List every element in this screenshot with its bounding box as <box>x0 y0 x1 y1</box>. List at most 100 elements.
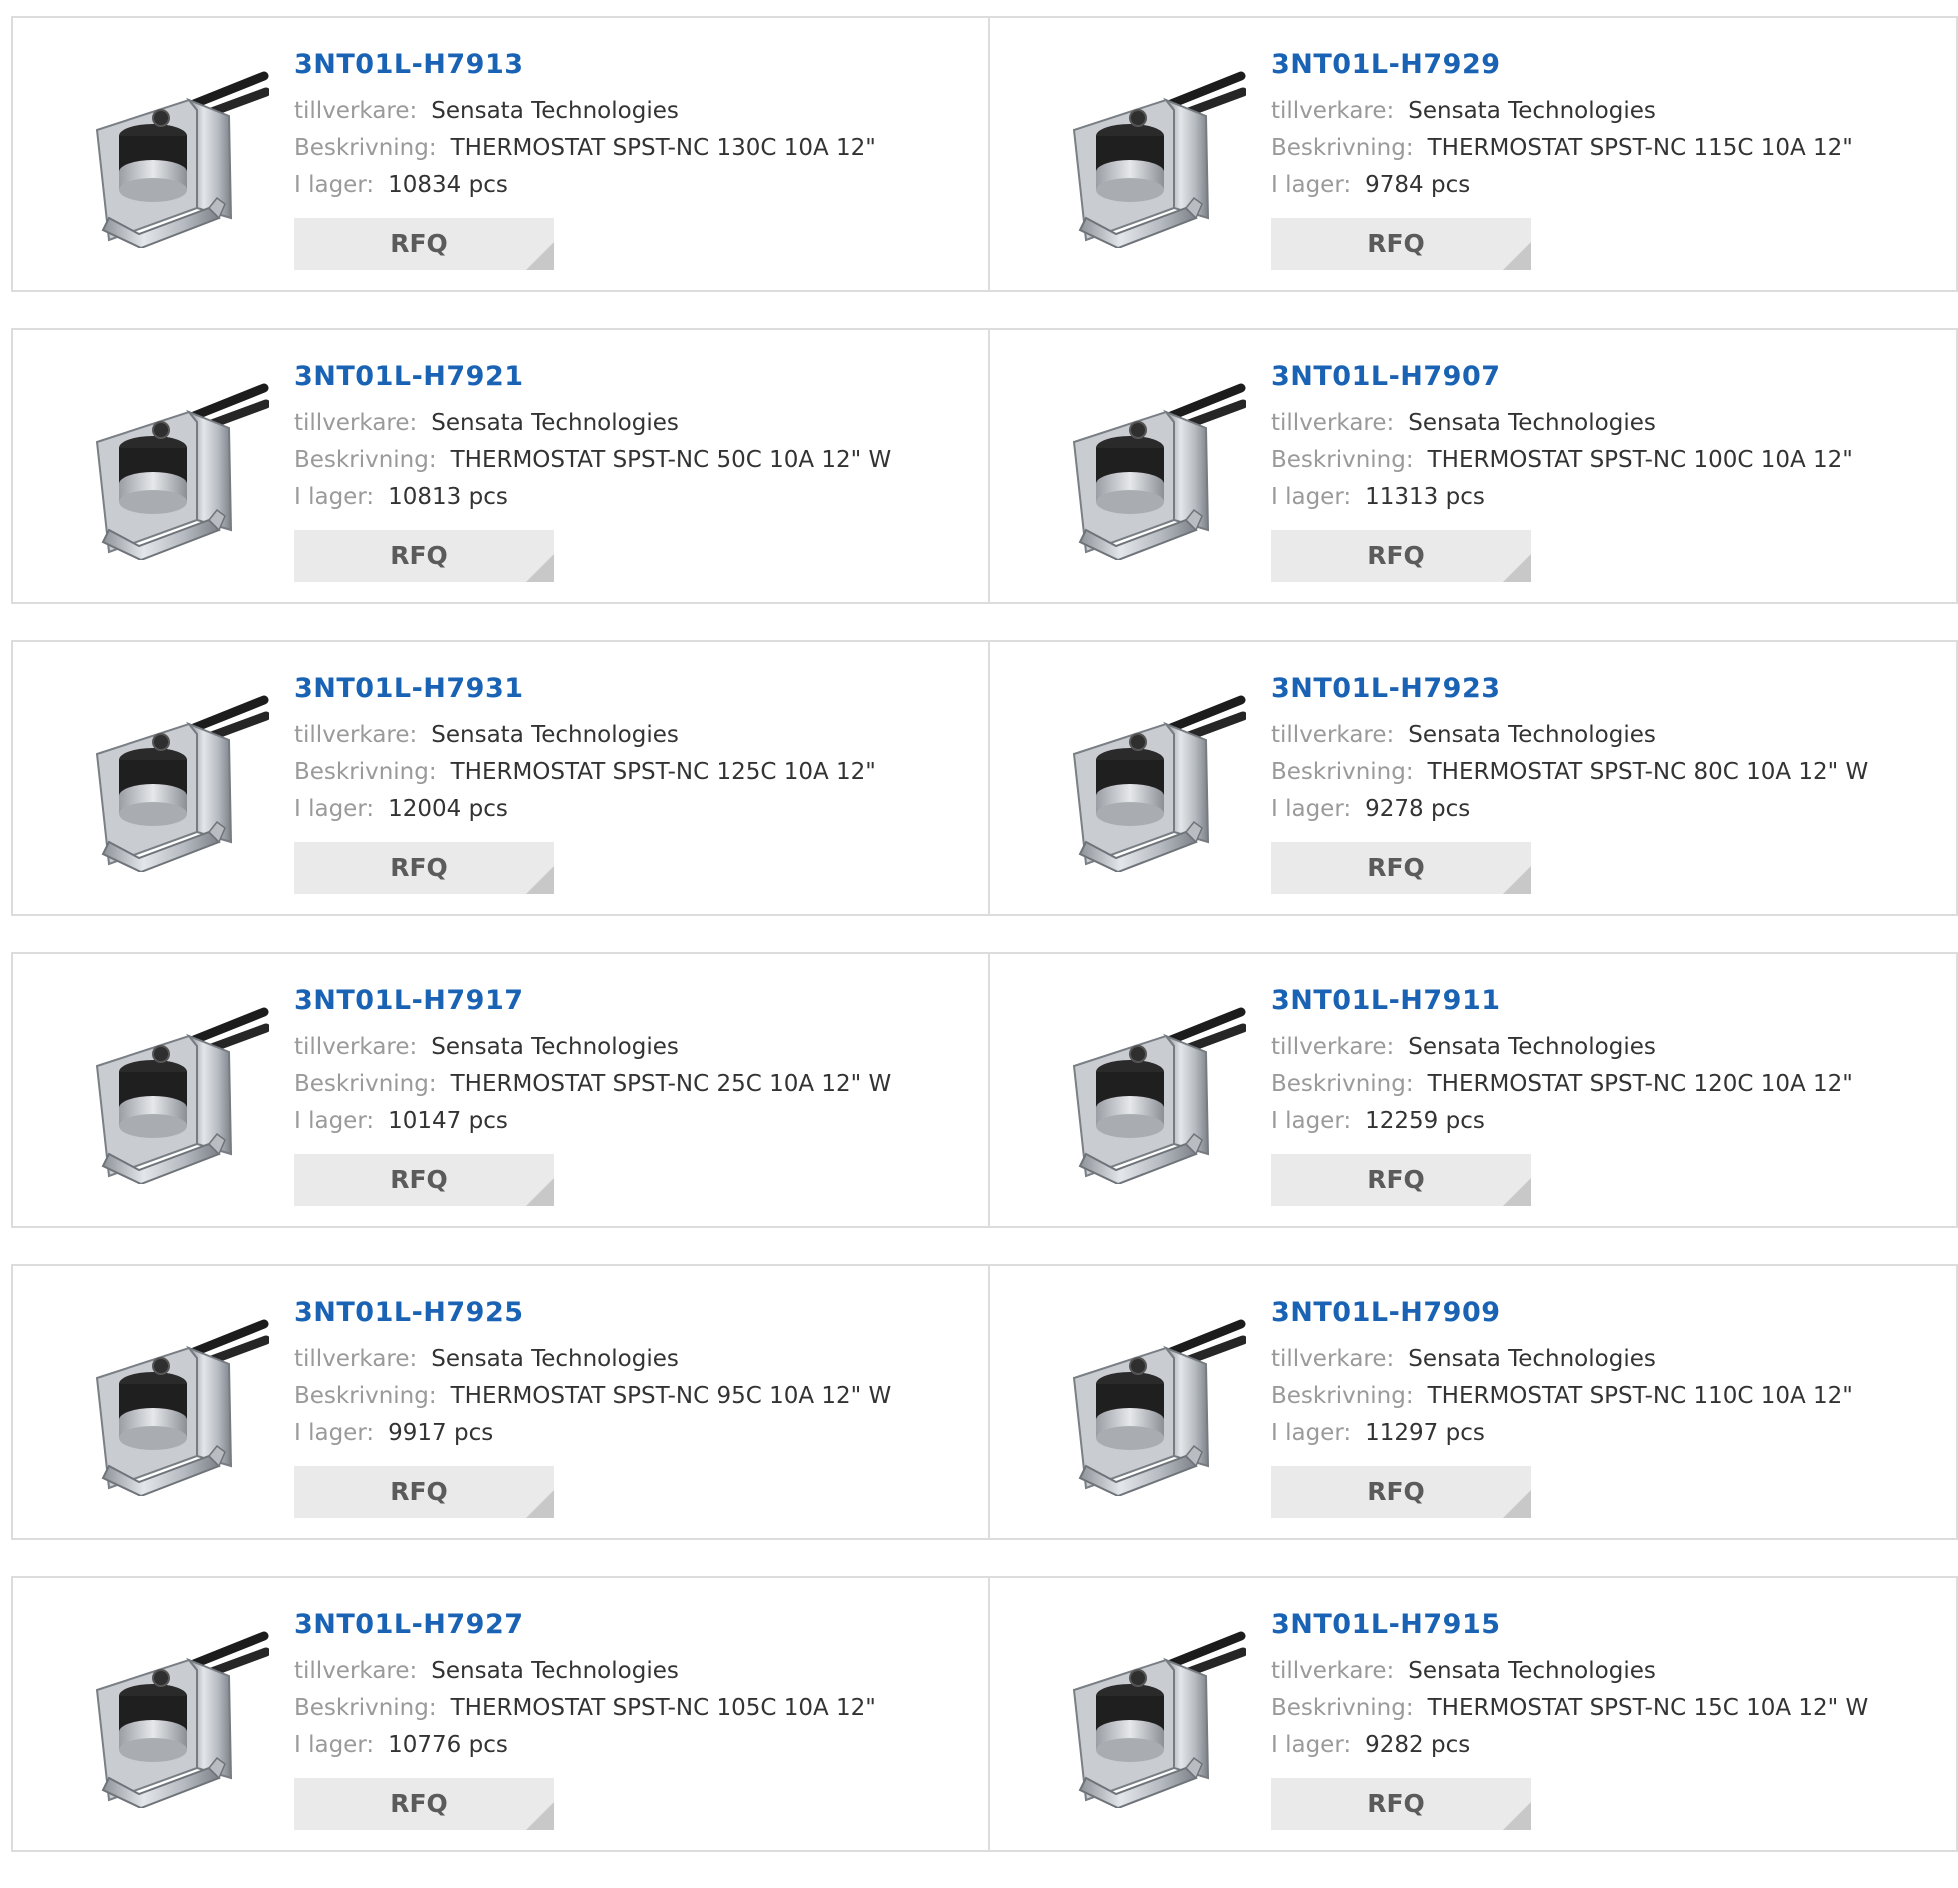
rfq-button[interactable]: RFQ <box>1271 1778 1531 1830</box>
stock-row: I lager: 10776 pcs <box>294 1727 876 1764</box>
manufacturer-label: tillverkare: <box>294 722 418 748</box>
stock-value: 10147 pcs <box>388 1108 508 1134</box>
manufacturer-value: Sensata Technologies <box>1408 1346 1656 1372</box>
rfq-label: RFQ <box>390 541 448 570</box>
thermostat-product-image[interactable] <box>79 682 269 872</box>
manufacturer-label: tillverkare: <box>1271 98 1395 124</box>
manufacturer-row: tillverkare: Sensata Technologies <box>1271 93 1853 130</box>
description-value: THERMOSTAT SPST-NC 125C 10A 12" <box>450 759 876 785</box>
stock-value: 11313 pcs <box>1365 484 1485 510</box>
thermostat-product-image[interactable] <box>1056 58 1246 248</box>
product-info: 3NT01L-H7923 tillverkare: Sensata Technol… <box>1271 672 1868 828</box>
rfq-button[interactable]: RFQ <box>294 1466 554 1518</box>
thermostat-product-image[interactable] <box>1056 1618 1246 1808</box>
rfq-label: RFQ <box>1367 1789 1425 1818</box>
part-number-link[interactable]: 3NT01L-H7921 <box>294 360 891 394</box>
manufacturer-value: Sensata Technologies <box>1408 98 1656 124</box>
rfq-button[interactable]: RFQ <box>294 530 554 582</box>
description-label: Beskrivning: <box>294 1695 437 1721</box>
rfq-button[interactable]: RFQ <box>294 1778 554 1830</box>
manufacturer-row: tillverkare: Sensata Technologies <box>1271 405 1853 442</box>
product-grid: 3NT01L-H7913 tillverkare: Sensata Technol… <box>11 16 1958 1888</box>
thermostat-product-image[interactable] <box>79 1618 269 1808</box>
rfq-button[interactable]: RFQ <box>1271 842 1531 894</box>
part-number-link[interactable]: 3NT01L-H7913 <box>294 48 876 82</box>
stock-label: I lager: <box>294 1108 375 1134</box>
product-row: 3NT01L-H7931 tillverkare: Sensata Technol… <box>11 640 1958 916</box>
description-label: Beskrivning: <box>294 1383 437 1409</box>
manufacturer-value: Sensata Technologies <box>1408 410 1656 436</box>
rfq-button[interactable]: RFQ <box>1271 530 1531 582</box>
rfq-button[interactable]: RFQ <box>294 218 554 270</box>
thermostat-product-image[interactable] <box>1056 370 1246 560</box>
stock-value: 9784 pcs <box>1365 172 1471 198</box>
description-value: THERMOSTAT SPST-NC 15C 10A 12" W <box>1427 1695 1869 1721</box>
rfq-label: RFQ <box>390 853 448 882</box>
part-number-link[interactable]: 3NT01L-H7911 <box>1271 984 1853 1018</box>
part-number-link[interactable]: 3NT01L-H7917 <box>294 984 891 1018</box>
manufacturer-label: tillverkare: <box>1271 722 1395 748</box>
part-number-link[interactable]: 3NT01L-H7931 <box>294 672 876 706</box>
part-number-link[interactable]: 3NT01L-H7925 <box>294 1296 891 1330</box>
description-row: Beskrivning: THERMOSTAT SPST-NC 15C 10A 1… <box>1271 1690 1868 1727</box>
thermostat-product-image[interactable] <box>79 58 269 248</box>
stock-value: 9917 pcs <box>388 1420 494 1446</box>
stock-row: I lager: 9784 pcs <box>1271 167 1853 204</box>
manufacturer-row: tillverkare: Sensata Technologies <box>294 405 891 442</box>
stock-label: I lager: <box>1271 172 1352 198</box>
rfq-label: RFQ <box>390 1789 448 1818</box>
stock-value: 9278 pcs <box>1365 796 1471 822</box>
thermostat-product-image[interactable] <box>79 1306 269 1496</box>
thermostat-product-image[interactable] <box>79 994 269 1184</box>
thermostat-product-image[interactable] <box>79 370 269 560</box>
rfq-button[interactable]: RFQ <box>1271 218 1531 270</box>
manufacturer-value: Sensata Technologies <box>1408 722 1656 748</box>
stock-label: I lager: <box>294 1732 375 1758</box>
part-number-link[interactable]: 3NT01L-H7923 <box>1271 672 1868 706</box>
description-label: Beskrivning: <box>1271 759 1414 785</box>
description-row: Beskrivning: THERMOSTAT SPST-NC 105C 10A … <box>294 1690 876 1727</box>
rfq-button[interactable]: RFQ <box>1271 1154 1531 1206</box>
description-value: THERMOSTAT SPST-NC 120C 10A 12" <box>1427 1071 1853 1097</box>
thermostat-product-image[interactable] <box>1056 994 1246 1184</box>
stock-label: I lager: <box>294 796 375 822</box>
product-info: 3NT01L-H7907 tillverkare: Sensata Technol… <box>1271 360 1853 516</box>
rfq-button[interactable]: RFQ <box>294 842 554 894</box>
manufacturer-label: tillverkare: <box>1271 410 1395 436</box>
stock-value: 12004 pcs <box>388 796 508 822</box>
description-label: Beskrivning: <box>1271 1383 1414 1409</box>
stock-row: I lager: 11297 pcs <box>1271 1415 1853 1452</box>
product-card: 3NT01L-H7907 tillverkare: Sensata Technol… <box>990 328 1958 604</box>
stock-row: I lager: 11313 pcs <box>1271 479 1853 516</box>
stock-row: I lager: 12259 pcs <box>1271 1103 1853 1140</box>
description-value: THERMOSTAT SPST-NC 100C 10A 12" <box>1427 447 1853 473</box>
part-number-link[interactable]: 3NT01L-H7909 <box>1271 1296 1853 1330</box>
description-value: THERMOSTAT SPST-NC 105C 10A 12" <box>450 1695 876 1721</box>
manufacturer-value: Sensata Technologies <box>1408 1658 1656 1684</box>
corner-triangle-icon <box>526 242 554 270</box>
part-number-link[interactable]: 3NT01L-H7907 <box>1271 360 1853 394</box>
corner-triangle-icon <box>1503 1178 1531 1206</box>
rfq-label: RFQ <box>1367 541 1425 570</box>
description-label: Beskrivning: <box>1271 135 1414 161</box>
thermostat-product-image[interactable] <box>1056 1306 1246 1496</box>
manufacturer-row: tillverkare: Sensata Technologies <box>294 1341 891 1378</box>
part-number-link[interactable]: 3NT01L-H7929 <box>1271 48 1853 82</box>
part-number-link[interactable]: 3NT01L-H7927 <box>294 1608 876 1642</box>
description-row: Beskrivning: THERMOSTAT SPST-NC 110C 10A … <box>1271 1378 1853 1415</box>
corner-triangle-icon <box>526 866 554 894</box>
manufacturer-label: tillverkare: <box>294 98 418 124</box>
corner-triangle-icon <box>526 1178 554 1206</box>
product-row: 3NT01L-H7917 tillverkare: Sensata Technol… <box>11 952 1958 1228</box>
rfq-label: RFQ <box>1367 229 1425 258</box>
thermostat-product-image[interactable] <box>1056 682 1246 872</box>
rfq-button[interactable]: RFQ <box>294 1154 554 1206</box>
manufacturer-label: tillverkare: <box>1271 1034 1395 1060</box>
corner-triangle-icon <box>526 1490 554 1518</box>
description-label: Beskrivning: <box>294 135 437 161</box>
product-card: 3NT01L-H7915 tillverkare: Sensata Technol… <box>990 1576 1958 1852</box>
part-number-link[interactable]: 3NT01L-H7915 <box>1271 1608 1868 1642</box>
description-value: THERMOSTAT SPST-NC 110C 10A 12" <box>1427 1383 1853 1409</box>
rfq-button[interactable]: RFQ <box>1271 1466 1531 1518</box>
product-card: 3NT01L-H7909 tillverkare: Sensata Technol… <box>990 1264 1958 1540</box>
